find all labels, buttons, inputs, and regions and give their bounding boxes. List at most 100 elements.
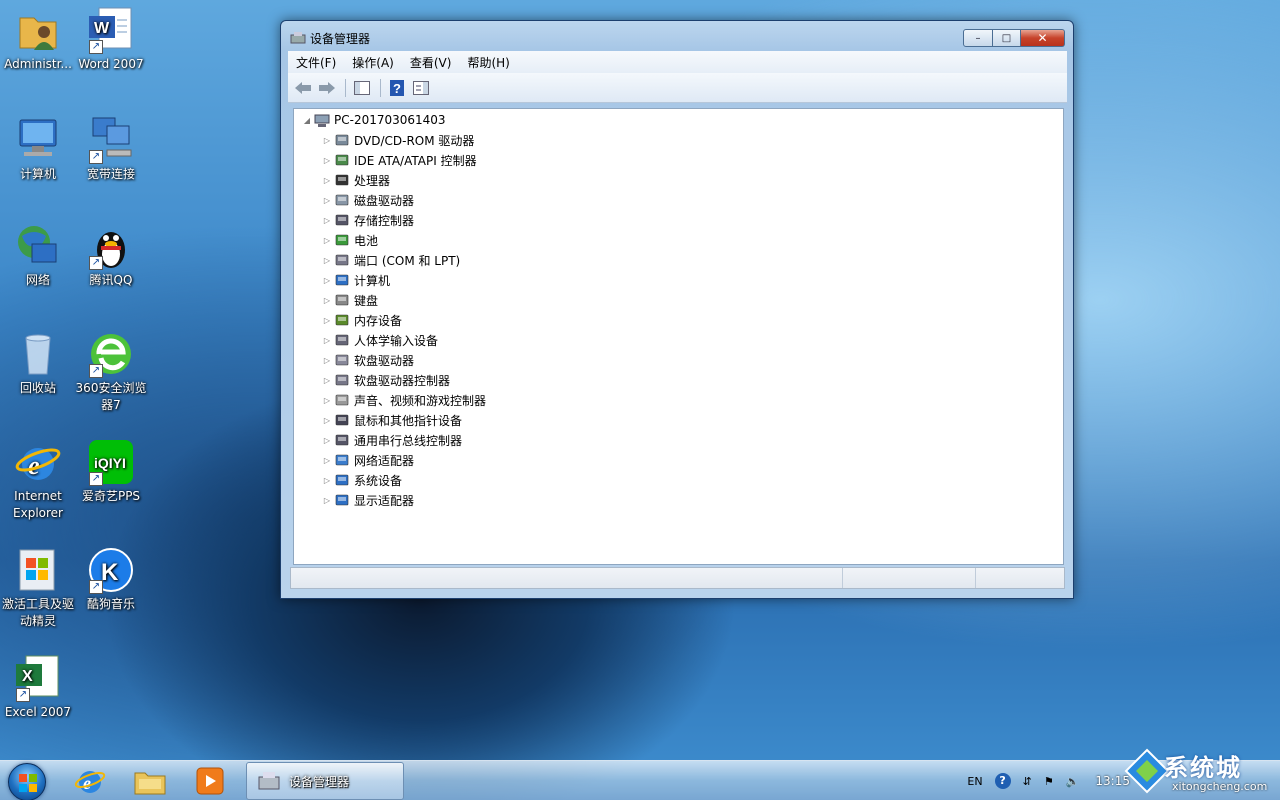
menu-view[interactable]: 查看(V) — [402, 54, 460, 71]
tree-item[interactable]: ▷ DVD/CD-ROM 驱动器 — [322, 130, 475, 150]
expand-arrow-icon[interactable]: ▷ — [322, 376, 332, 385]
expand-arrow-icon[interactable]: ▷ — [322, 196, 332, 205]
expand-arrow-icon[interactable]: ▷ — [322, 476, 332, 485]
desktop-icon-label: 酷狗音乐 — [86, 597, 135, 611]
tree-item[interactable]: ▷ 计算机 — [322, 270, 390, 290]
desktop-icon-iqiyi-pps[interactable]: iQIYI ↗ 爱奇艺PPS — [73, 438, 149, 505]
expand-arrow-icon[interactable]: ▷ — [322, 256, 332, 265]
expand-arrow-icon[interactable]: ▷ — [322, 396, 332, 405]
desktop-icon-kugou-music[interactable]: K ↗ 酷狗音乐 — [73, 546, 149, 613]
pinned-explorer[interactable] — [126, 763, 174, 799]
help-book-icon: ? — [390, 79, 404, 96]
desktop-icon-qq[interactable]: ↗ 腾讯QQ — [73, 222, 149, 289]
forward-button[interactable] — [316, 78, 338, 98]
desktop-icon-recycle-bin[interactable]: 回收站 — [0, 330, 76, 397]
desktop-icon-broadband[interactable]: ↗ 宽带连接 — [73, 116, 149, 183]
tree-item[interactable]: ▷ 显示适配器 — [322, 490, 414, 510]
tree-item-label: 软盘驱动器控制器 — [354, 373, 451, 388]
language-indicator[interactable]: EN — [967, 775, 982, 788]
expand-arrow-icon[interactable]: ▷ — [322, 236, 332, 245]
windows-tools-icon — [14, 546, 62, 594]
tree-item-label: 声音、视频和游戏控制器 — [354, 393, 487, 408]
menu-file[interactable]: 文件(F) — [288, 54, 344, 71]
input-method-icon[interactable]: ⇵ — [1023, 775, 1032, 788]
expand-arrow-icon[interactable]: ▷ — [322, 336, 332, 345]
expand-arrow-icon[interactable]: ▷ — [322, 156, 332, 165]
properties-icon — [413, 80, 429, 95]
arrow-left-icon — [295, 81, 311, 94]
tree-item[interactable]: ▷ 软盘驱动器 — [322, 350, 414, 370]
tree-item[interactable]: ▷ 网络适配器 — [322, 450, 414, 470]
close-button[interactable]: ✕ — [1021, 29, 1065, 47]
help-icon[interactable]: ? — [994, 773, 1011, 789]
tree-item[interactable]: ▷ 内存设备 — [322, 310, 402, 330]
expand-arrow-icon[interactable]: ▷ — [322, 216, 332, 225]
window-titlebar[interactable]: 设备管理器 – □ ✕ — [281, 21, 1073, 51]
expand-arrow-icon[interactable]: ▷ — [322, 436, 332, 445]
shortcut-arrow-icon: ↗ — [89, 150, 103, 164]
expand-arrow-icon[interactable]: ▷ — [322, 136, 332, 145]
menu-action[interactable]: 操作(A) — [344, 54, 402, 71]
tree-item[interactable]: ▷ 存储控制器 — [322, 210, 414, 230]
expand-arrow-icon[interactable]: ▷ — [322, 496, 332, 505]
tree-item-label: 计算机 — [354, 273, 391, 288]
desktop-icon-word-2007[interactable]: W ↗ Word 2007 — [73, 6, 149, 73]
tree-root[interactable]: ◢ PC-201703061403 — [302, 110, 446, 130]
tree-item[interactable]: ▷ IDE ATA/ATAPI 控制器 — [322, 150, 477, 170]
tree-item-label: 软盘驱动器 — [354, 353, 415, 368]
minimize-button[interactable]: – — [963, 29, 993, 47]
windows-logo-icon — [19, 774, 37, 792]
desktop-icon-label: 激活工具及驱动精灵 — [1, 597, 74, 628]
tree-item[interactable]: ▷ 鼠标和其他指针设备 — [322, 410, 462, 430]
expand-arrow-icon[interactable]: ▷ — [322, 296, 332, 305]
expand-arrow-icon[interactable]: ▷ — [322, 276, 332, 285]
expand-arrow-icon[interactable]: ▷ — [322, 416, 332, 425]
internet-explorer-icon: e — [14, 438, 62, 486]
desktop-icon-administrator[interactable]: Administr... — [0, 6, 76, 73]
expand-arrow-icon[interactable]: ▷ — [322, 456, 332, 465]
expand-arrow-icon[interactable]: ▷ — [322, 316, 332, 325]
device-manager-window[interactable]: 设备管理器 – □ ✕ 文件(F) 操作(A) 查看(V) 帮助(H) ? ◢ … — [280, 20, 1074, 599]
tree-item[interactable]: ▷ 磁盘驱动器 — [322, 190, 414, 210]
device-tree[interactable]: ◢ PC-201703061403 ▷ DVD/CD-ROM 驱动器 ▷ IDE AT… — [293, 108, 1064, 565]
start-button[interactable] — [8, 763, 46, 800]
menu-help[interactable]: 帮助(H) — [459, 54, 517, 71]
tree-item[interactable]: ▷ 通用串行总线控制器 — [322, 430, 462, 450]
tree-item[interactable]: ▷ 处理器 — [322, 170, 390, 190]
help-button[interactable]: ? — [386, 78, 408, 98]
collapse-arrow-icon[interactable]: ◢ — [302, 116, 312, 125]
maximize-button[interactable]: □ — [993, 29, 1021, 47]
tree-item[interactable]: ▷ 键盘 — [322, 290, 378, 310]
taskbar-item-device-manager[interactable]: 设备管理器 — [246, 762, 404, 800]
desktop-icon-360-browser[interactable]: ↗ 360安全浏览器7 — [73, 330, 149, 414]
svg-text:X: X — [22, 668, 33, 685]
desktop-icon-activation-tools[interactable]: 激活工具及驱动精灵 — [0, 546, 76, 630]
tree-item[interactable]: ▷ 软盘驱动器控制器 — [322, 370, 450, 390]
flag-icon[interactable]: ⚑ — [1044, 775, 1054, 788]
qq-penguin-icon: ↗ — [87, 222, 135, 270]
tree-item[interactable]: ▷ 声音、视频和游戏控制器 — [322, 390, 486, 410]
tree-item[interactable]: ▷ 系统设备 — [322, 470, 402, 490]
desktop-icon-internet-explorer[interactable]: e Internet Explorer — [0, 438, 76, 522]
taskbar-item-label: 设备管理器 — [289, 774, 350, 789]
desktop-icon-label: 360安全浏览器7 — [75, 381, 147, 412]
pinned-media-player[interactable] — [186, 763, 234, 799]
desktop-icon-computer[interactable]: 计算机 — [0, 116, 76, 183]
expand-arrow-icon[interactable]: ▷ — [322, 176, 332, 185]
network-connection-icon: ↗ — [87, 116, 135, 164]
desktop-icon-network[interactable]: 网络 — [0, 222, 76, 289]
back-button[interactable] — [292, 78, 314, 98]
desktop-icon-excel-2007[interactable]: X ↗ Excel 2007 — [0, 654, 76, 721]
volume-icon[interactable]: 🔈 — [1066, 775, 1080, 788]
tree-item[interactable]: ▷ 人体学输入设备 — [322, 330, 438, 350]
expand-arrow-icon[interactable]: ▷ — [322, 356, 332, 365]
show-hide-console-tree-button[interactable] — [351, 78, 373, 98]
tree-item[interactable]: ▷ 电池 — [322, 230, 378, 250]
pinned-internet-explorer[interactable]: e — [66, 763, 114, 799]
computer-node-icon — [314, 112, 330, 128]
console-tree-icon — [354, 80, 370, 95]
processor-icon — [334, 172, 350, 188]
tree-item[interactable]: ▷ 端口 (COM 和 LPT) — [322, 250, 460, 270]
properties-button[interactable] — [410, 78, 432, 98]
shortcut-arrow-icon: ↗ — [89, 256, 103, 270]
